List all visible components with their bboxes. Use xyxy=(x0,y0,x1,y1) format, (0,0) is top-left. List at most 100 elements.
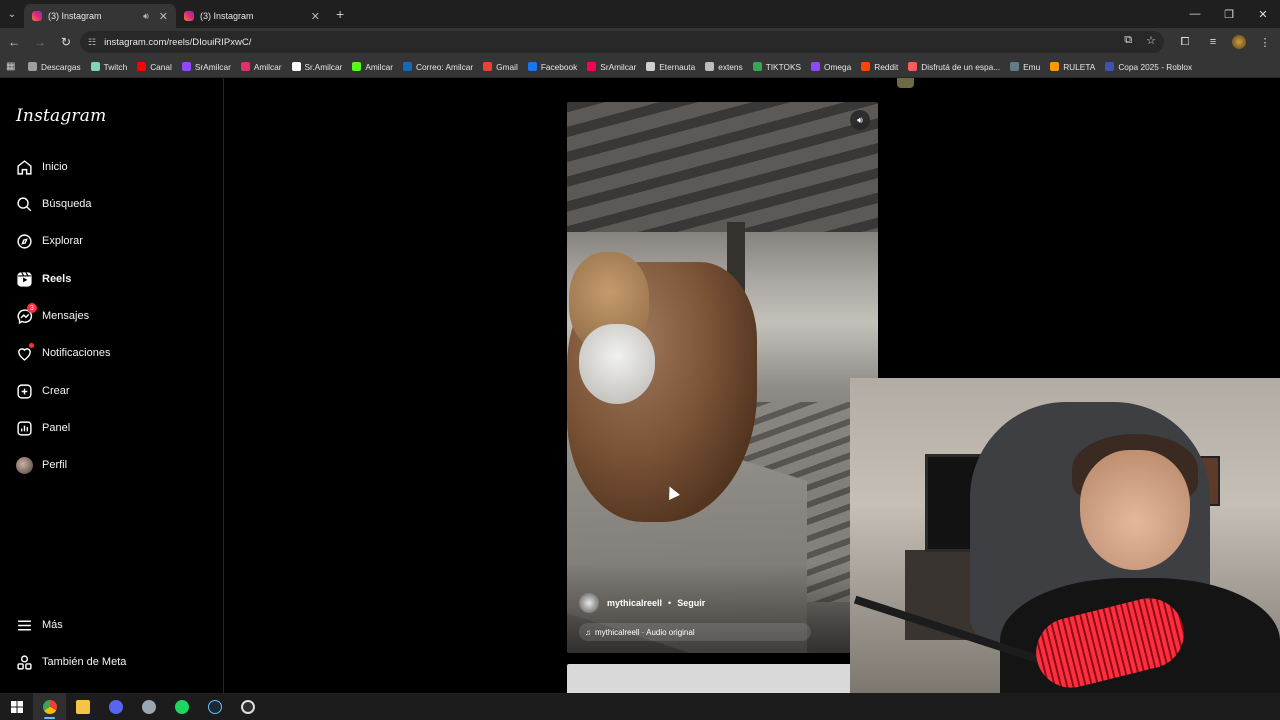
bookmark-label: Gmail xyxy=(496,61,518,72)
bookmark-label: TIKTOKS xyxy=(765,61,802,72)
bookmark-item[interactable]: Descargas xyxy=(28,62,81,72)
sidebar-item-tambien-de-meta[interactable]: También de Meta xyxy=(16,650,126,674)
sidebar-item-mas[interactable]: Más xyxy=(16,613,63,637)
steam-icon[interactable] xyxy=(198,693,231,720)
sidebar-item-inicio[interactable]: Inicio xyxy=(16,155,68,179)
sidebar-item-label: Mensajes xyxy=(42,310,90,322)
tab-search-button[interactable]: ⌄ xyxy=(0,0,24,28)
sidebar-item-label: Crear xyxy=(42,385,70,397)
bookmark-item[interactable]: SrAmilcar xyxy=(181,62,231,72)
audio-attribution[interactable]: ♫ mythicalreell · Audio original xyxy=(579,623,811,641)
bookmark-item[interactable]: Amilcar xyxy=(240,61,282,72)
address-bar[interactable]: ☷ instagram.com/reels/DIouiRIPxwC/ ⧉ ☆ xyxy=(80,31,1164,53)
extensions-icon[interactable]: ⧠ xyxy=(1176,36,1194,49)
video-frame xyxy=(567,102,878,232)
bookmark-item[interactable]: Facebook xyxy=(527,62,577,72)
volume-icon[interactable]: 🔊︎ xyxy=(850,110,870,130)
bookmark-label: Amilcar xyxy=(253,61,282,72)
avatar xyxy=(16,456,33,474)
music-note-icon: ♫ xyxy=(585,627,591,637)
new-tab-button[interactable]: + xyxy=(336,6,344,22)
author-avatar[interactable] xyxy=(579,593,599,613)
instagram-favicon-icon xyxy=(184,11,194,21)
sidebar-item-mensajes[interactable]: 3 Mensajes xyxy=(16,303,90,328)
back-button[interactable]: ← xyxy=(2,30,26,54)
bookmark-item[interactable]: Sr.Amilcar xyxy=(291,62,342,72)
bookmark-favicon-icon xyxy=(403,62,412,71)
browser-tab-strip: ⌄ (3) Instagram 🔊︎ ✕ (3) Instagram ✕ + —… xyxy=(0,0,1280,28)
media-control-icon[interactable]: ≡ xyxy=(1204,36,1222,48)
bookmark-label: Copa 2025 - Roblox xyxy=(1118,61,1193,72)
separator-dot: • xyxy=(668,598,672,608)
bookmark-favicon-icon xyxy=(28,62,37,71)
sidebar-item-perfil[interactable]: Perfil xyxy=(16,453,67,477)
browser-tab-active[interactable]: (3) Instagram 🔊︎ ✕ xyxy=(24,4,176,28)
browser-menu-icon[interactable]: ⋮ xyxy=(1256,36,1274,49)
instagram-logo[interactable]: Instagram xyxy=(16,106,106,126)
sidebar-item-busqueda[interactable]: Búsqueda xyxy=(16,192,92,216)
chrome-icon[interactable] xyxy=(33,693,66,720)
sidebar-item-label: Perfil xyxy=(42,459,68,471)
bookmark-item[interactable]: Emu xyxy=(1010,62,1040,72)
sidebar-item-notificaciones[interactable]: Notificaciones xyxy=(16,341,110,365)
sidebar-item-crear[interactable]: Crear xyxy=(16,379,70,403)
author-username[interactable]: mythicalreell xyxy=(607,598,662,608)
next-reel-preview[interactable] xyxy=(567,664,878,694)
discord-icon[interactable] xyxy=(99,693,132,720)
bookmark-item[interactable]: TIKTOKS xyxy=(752,61,802,72)
close-tab-icon[interactable]: ✕ xyxy=(159,10,168,23)
restore-icon[interactable]: ❐ xyxy=(1212,0,1246,28)
reel-video[interactable]: 🔊︎ mythicalreell • Seguir ♫ mythicalreel… xyxy=(567,102,878,653)
home-icon xyxy=(17,159,32,175)
obs-icon[interactable] xyxy=(231,693,264,720)
install-app-icon[interactable]: ⧉ xyxy=(1124,34,1132,47)
bookmark-item[interactable]: Correo: Amilcar xyxy=(403,62,473,72)
spotify-icon[interactable] xyxy=(165,693,198,720)
sidebar-item-panel[interactable]: Panel xyxy=(16,416,70,440)
bookmark-item[interactable]: SrAmilcar xyxy=(587,62,636,72)
bookmarks-bar: ▦ Descargas Twitch Canal SrAmilcar Amilcar Sr… xyxy=(0,56,1280,78)
forward-button[interactable]: → xyxy=(28,30,52,54)
bookmark-label: Correo: Amilcar xyxy=(416,61,474,72)
bookmark-favicon-icon xyxy=(291,62,301,71)
windows-start-icon[interactable] xyxy=(0,693,33,720)
file-explorer-icon[interactable] xyxy=(66,693,99,720)
bookmark-favicon-icon xyxy=(811,62,821,71)
bookmark-item[interactable]: Gmail xyxy=(483,62,518,72)
bookmark-item[interactable]: Reddit xyxy=(861,62,898,72)
apps-grid-icon[interactable]: ▦ xyxy=(6,61,28,72)
close-tab-icon[interactable]: ✕ xyxy=(311,10,320,23)
site-info-icon[interactable]: ☷ xyxy=(88,37,96,48)
previous-reel-thumbnail[interactable] xyxy=(897,78,914,88)
bookmark-item[interactable]: Disfrutá de un espa... xyxy=(908,62,1000,72)
bookmark-item[interactable]: Canal xyxy=(137,62,172,72)
sidebar-item-label: Reels xyxy=(42,273,72,285)
address-text: instagram.com/reels/DIouiRIPxwC/ xyxy=(104,36,252,48)
sidebar-item-reels[interactable]: Reels xyxy=(16,267,71,291)
bookmark-item[interactable]: Twitch xyxy=(90,62,127,72)
video-frame-beard xyxy=(579,324,655,404)
compass-icon xyxy=(17,233,32,249)
browser-tab[interactable]: (3) Instagram ✕ xyxy=(176,4,328,28)
sidebar-item-explorar[interactable]: Explorar xyxy=(16,229,83,253)
bookmark-favicon-icon xyxy=(587,62,597,71)
bookmark-label: Eternauta xyxy=(659,61,696,72)
follow-button[interactable]: Seguir xyxy=(677,598,705,608)
bookmark-favicon-icon xyxy=(861,62,871,71)
bookmark-item[interactable]: extens xyxy=(705,62,743,72)
bookmark-star-icon[interactable]: ☆ xyxy=(1146,34,1156,47)
bookmark-label: Emu xyxy=(1023,61,1041,72)
bookmark-item[interactable]: Copa 2025 - Roblox xyxy=(1105,62,1192,72)
bookmark-item[interactable]: RULETA xyxy=(1050,62,1095,72)
bookmark-favicon-icon xyxy=(527,62,537,71)
bookmark-item[interactable]: Amilcar xyxy=(352,62,393,72)
bookmark-item[interactable]: Eternauta xyxy=(646,62,695,72)
bookmark-item[interactable]: Omega xyxy=(811,62,851,72)
close-icon[interactable]: ✕ xyxy=(1246,0,1280,28)
profile-avatar[interactable] xyxy=(1232,35,1246,49)
reload-button[interactable]: ↻ xyxy=(54,30,78,54)
app-icon[interactable] xyxy=(132,693,165,720)
bookmark-favicon-icon xyxy=(1010,62,1020,71)
minimize-icon[interactable]: — xyxy=(1178,0,1212,28)
speaker-icon[interactable]: 🔊︎ xyxy=(143,11,149,22)
